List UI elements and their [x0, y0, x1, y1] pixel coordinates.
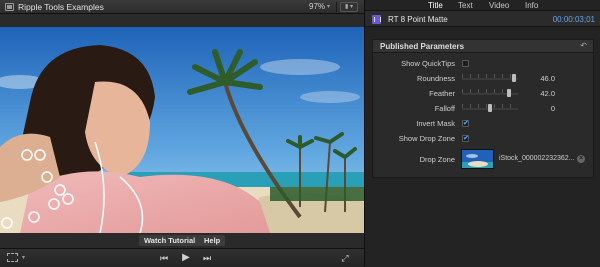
timecode: 00:00:03;01 [552, 15, 595, 24]
invert-mask-checkbox[interactable]: ✔ [462, 120, 469, 127]
show-quicktips-label: Show QuickTips [401, 59, 455, 68]
zoom-chevron-down-icon[interactable]: ▾ [327, 3, 330, 10]
play-button[interactable]: ▶ [180, 252, 192, 264]
drop-zone-filename: iStock_000002232362... [499, 155, 575, 162]
previous-edit-button[interactable]: ⏮ [158, 252, 170, 264]
tab-video[interactable]: Video [489, 1, 509, 10]
tab-info[interactable]: Info [525, 1, 538, 10]
show-drop-zone-checkbox[interactable]: ✔ [462, 135, 469, 142]
transport-bar: ▾ ⏮ ▶ ⏭ ⤢ [0, 248, 364, 267]
show-drop-zone-label: Show Drop Zone [398, 134, 455, 143]
view-mode-chevron-down-icon[interactable]: ▾ [22, 254, 25, 261]
roundness-value[interactable]: 46.0 [515, 74, 555, 83]
viewer-title: Ripple Tools Examples [18, 2, 104, 12]
watch-tutorial-button[interactable]: Watch Tutorial [139, 235, 201, 246]
panel-title: Published Parameters [380, 42, 465, 51]
falloff-label: Falloff [434, 104, 455, 113]
title-clip-icon [372, 15, 381, 24]
zoom-level[interactable]: 97% [309, 2, 325, 11]
roundness-slider[interactable] [462, 78, 518, 80]
clip-name: RT 8 Point Matte [388, 15, 448, 24]
view-mode-icon[interactable] [7, 253, 18, 262]
inspector-tabs: Title Text Video Info [365, 0, 600, 10]
drop-zone-label: Drop Zone [419, 155, 455, 164]
tab-text[interactable]: Text [458, 1, 473, 10]
reset-icon[interactable]: ↶ [580, 41, 587, 50]
panel-header[interactable]: Published Parameters ↶ [373, 40, 593, 53]
published-parameters-panel: Published Parameters ↶ Show QuickTips Ro… [372, 39, 594, 178]
drop-zone-thumbnail-image [462, 150, 493, 168]
view-options-button[interactable]: ▮ ▾ [340, 2, 358, 12]
tab-title[interactable]: Title [428, 1, 443, 10]
clip-header: RT 8 Point Matte 00:00:03;01 [365, 10, 600, 27]
feather-value[interactable]: 42.0 [515, 89, 555, 98]
next-edit-button[interactable]: ⏭ [201, 252, 213, 264]
falloff-value[interactable]: 0 [515, 104, 555, 113]
show-quicktips-checkbox[interactable] [462, 60, 469, 67]
inspector-panel: Title Text Video Info RT 8 Point Matte 0… [364, 0, 600, 267]
viewer-panel: Ripple Tools Examples 97% ▾ ▮ ▾ Watch Tu… [0, 0, 364, 267]
drop-zone-thumbnail[interactable] [461, 149, 494, 169]
toolbar-divider [336, 2, 337, 12]
falloff-slider-knob[interactable] [488, 104, 492, 112]
feather-slider-knob[interactable] [507, 89, 512, 97]
viewer-toolbar: Ripple Tools Examples 97% ▾ ▮ ▾ [0, 0, 364, 14]
clear-icon[interactable]: × [577, 155, 585, 163]
fullscreen-icon[interactable]: ⤢ [339, 252, 351, 264]
video-frame[interactable] [0, 27, 364, 233]
viewer-icon[interactable] [5, 3, 14, 11]
roundness-label: Roundness [417, 74, 455, 83]
invert-mask-label: Invert Mask [416, 119, 455, 128]
video-frame-image [0, 27, 364, 233]
feather-label: Feather [429, 89, 455, 98]
help-button[interactable]: Help [199, 235, 226, 246]
